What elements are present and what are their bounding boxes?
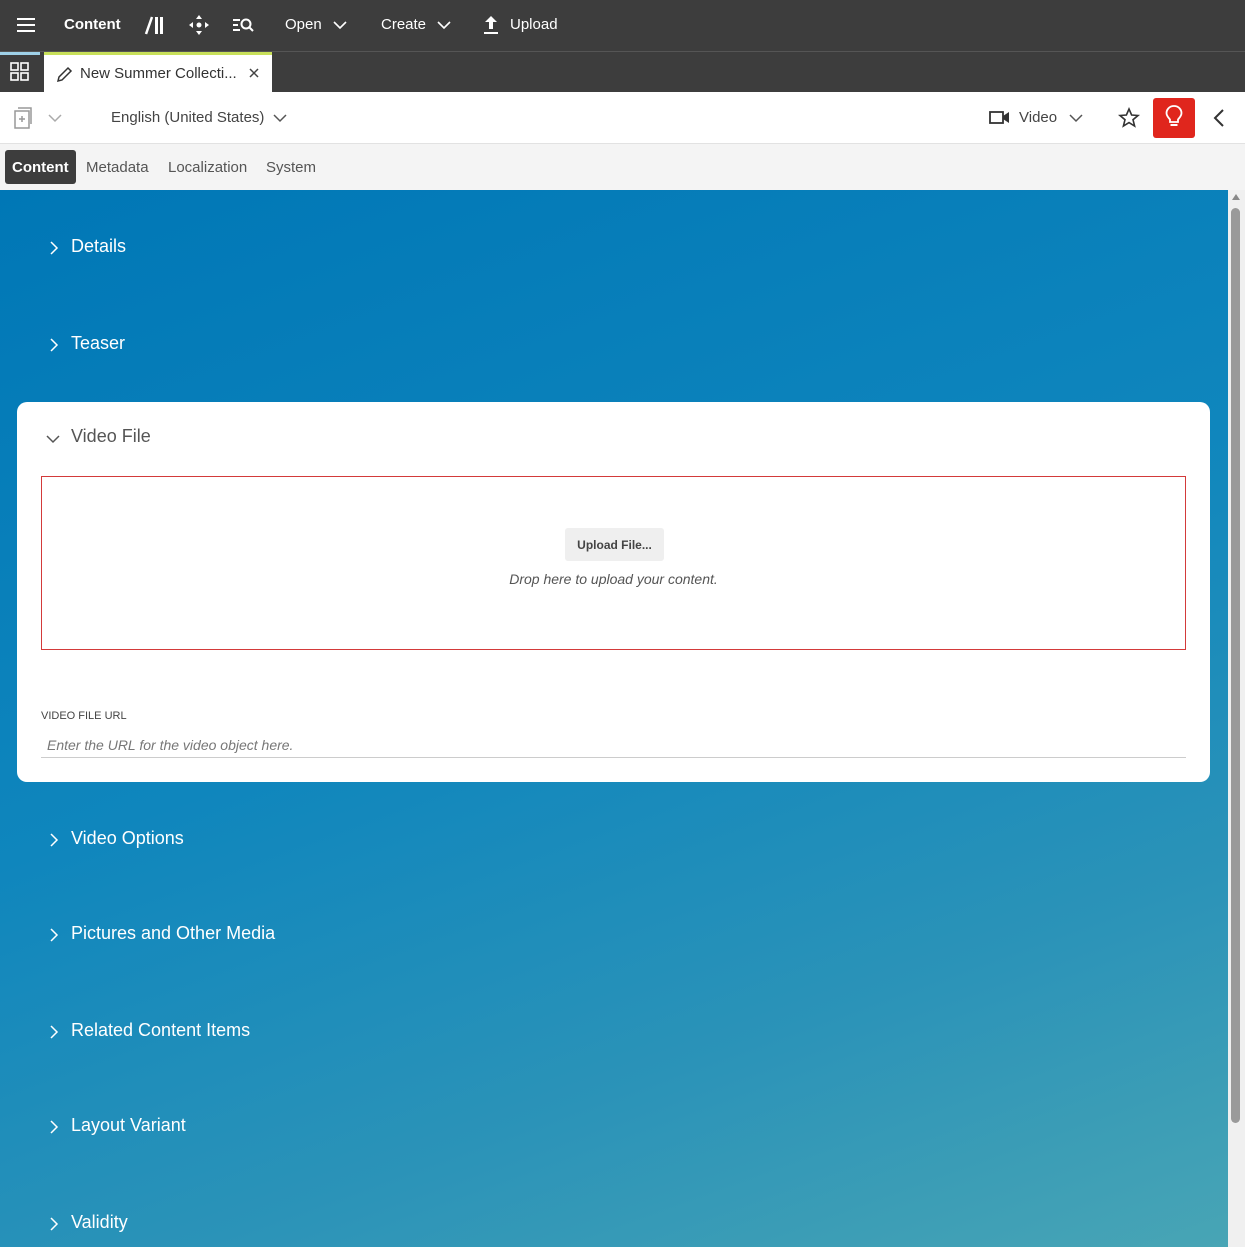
language-selector[interactable]: English (United States) bbox=[111, 109, 264, 126]
form-area: Details Teaser Video File Upload File...… bbox=[0, 190, 1228, 1247]
section-teaser[interactable]: Teaser bbox=[0, 325, 1228, 365]
section-pictures[interactable]: Pictures and Other Media bbox=[0, 915, 1228, 955]
close-icon[interactable] bbox=[247, 66, 261, 84]
video-camera-icon bbox=[989, 108, 1011, 133]
document-tab-title: New Summer Collecti... bbox=[80, 65, 237, 82]
scroll-up-arrow-icon[interactable] bbox=[1232, 194, 1240, 200]
search-list-icon[interactable] bbox=[231, 13, 255, 37]
section-title: Layout Variant bbox=[71, 1115, 186, 1135]
upload-button[interactable]: Upload bbox=[510, 16, 558, 33]
section-related-content[interactable]: Related Content Items bbox=[0, 1012, 1228, 1052]
dashboard-button[interactable] bbox=[0, 52, 40, 93]
collapse-sidebar-icon[interactable] bbox=[1208, 106, 1232, 135]
chevron-right-icon bbox=[47, 240, 61, 261]
chevron-right-icon bbox=[47, 832, 61, 853]
section-title: Video Options bbox=[71, 828, 184, 848]
chevron-right-icon bbox=[47, 1119, 61, 1140]
section-title: Details bbox=[71, 236, 127, 256]
chevron-down-icon[interactable] bbox=[1069, 111, 1083, 130]
chevron-down-icon[interactable] bbox=[48, 111, 62, 130]
tab-strip: New Summer Collecti... bbox=[0, 51, 1245, 93]
chevron-right-icon bbox=[47, 337, 61, 358]
lightbulb-icon bbox=[1163, 104, 1185, 133]
idea-button[interactable] bbox=[1153, 98, 1195, 138]
section-title: Pictures and Other Media bbox=[71, 923, 276, 943]
chevron-down-icon[interactable] bbox=[333, 18, 347, 32]
section-details[interactable]: Details bbox=[0, 228, 1228, 268]
section-title: Validity bbox=[71, 1212, 128, 1232]
scrollbar-thumb[interactable] bbox=[1231, 208, 1240, 1123]
content-type-selector[interactable]: Video bbox=[1019, 109, 1057, 126]
document-toolbar: English (United States) Video bbox=[0, 92, 1245, 144]
form-tabs: Content Metadata Localization System bbox=[0, 144, 1245, 190]
section-video-file: Video File Upload File... Drop here to u… bbox=[17, 402, 1210, 782]
star-icon[interactable] bbox=[1117, 106, 1141, 135]
open-menu-label[interactable]: Open bbox=[285, 16, 322, 33]
app-brand[interactable]: Content bbox=[64, 16, 121, 33]
top-bar: Content Open Create Upload bbox=[0, 0, 1245, 51]
chevron-down-icon[interactable] bbox=[273, 111, 287, 130]
section-title[interactable]: Video File bbox=[71, 426, 151, 447]
document-actions-icon[interactable] bbox=[11, 106, 35, 135]
tab-content[interactable]: Content bbox=[5, 150, 76, 184]
chevron-down-icon[interactable] bbox=[45, 432, 61, 451]
section-title: Teaser bbox=[71, 333, 126, 353]
chevron-right-icon bbox=[47, 927, 61, 948]
section-video-options[interactable]: Video Options bbox=[0, 820, 1228, 860]
video-file-url-input[interactable] bbox=[41, 732, 1186, 758]
chevron-right-icon bbox=[47, 1024, 61, 1045]
grid-icon bbox=[10, 61, 30, 87]
menu-icon[interactable] bbox=[16, 16, 38, 34]
upload-file-button[interactable]: Upload File... bbox=[565, 528, 664, 561]
section-layout-variant[interactable]: Layout Variant bbox=[0, 1107, 1228, 1147]
create-menu-label[interactable]: Create bbox=[381, 16, 426, 33]
upload-icon[interactable] bbox=[479, 13, 503, 37]
video-file-url-label: VIDEO FILE URL bbox=[41, 710, 127, 722]
library-icon[interactable] bbox=[143, 13, 167, 37]
vertical-scrollbar[interactable] bbox=[1228, 190, 1245, 1247]
tab-localization[interactable]: Localization bbox=[161, 150, 254, 184]
tab-metadata[interactable]: Metadata bbox=[79, 150, 156, 184]
section-validity[interactable]: Validity bbox=[0, 1204, 1228, 1244]
file-dropzone[interactable]: Upload File... Drop here to upload your … bbox=[41, 476, 1186, 650]
move-icon[interactable] bbox=[187, 13, 211, 37]
chevron-down-icon[interactable] bbox=[437, 18, 451, 32]
chevron-right-icon bbox=[47, 1216, 61, 1237]
tab-system[interactable]: System bbox=[259, 150, 323, 184]
drop-hint: Drop here to upload your content. bbox=[509, 571, 718, 587]
pencil-icon bbox=[56, 65, 74, 87]
document-tab[interactable]: New Summer Collecti... bbox=[44, 52, 272, 93]
section-title: Related Content Items bbox=[71, 1020, 251, 1040]
